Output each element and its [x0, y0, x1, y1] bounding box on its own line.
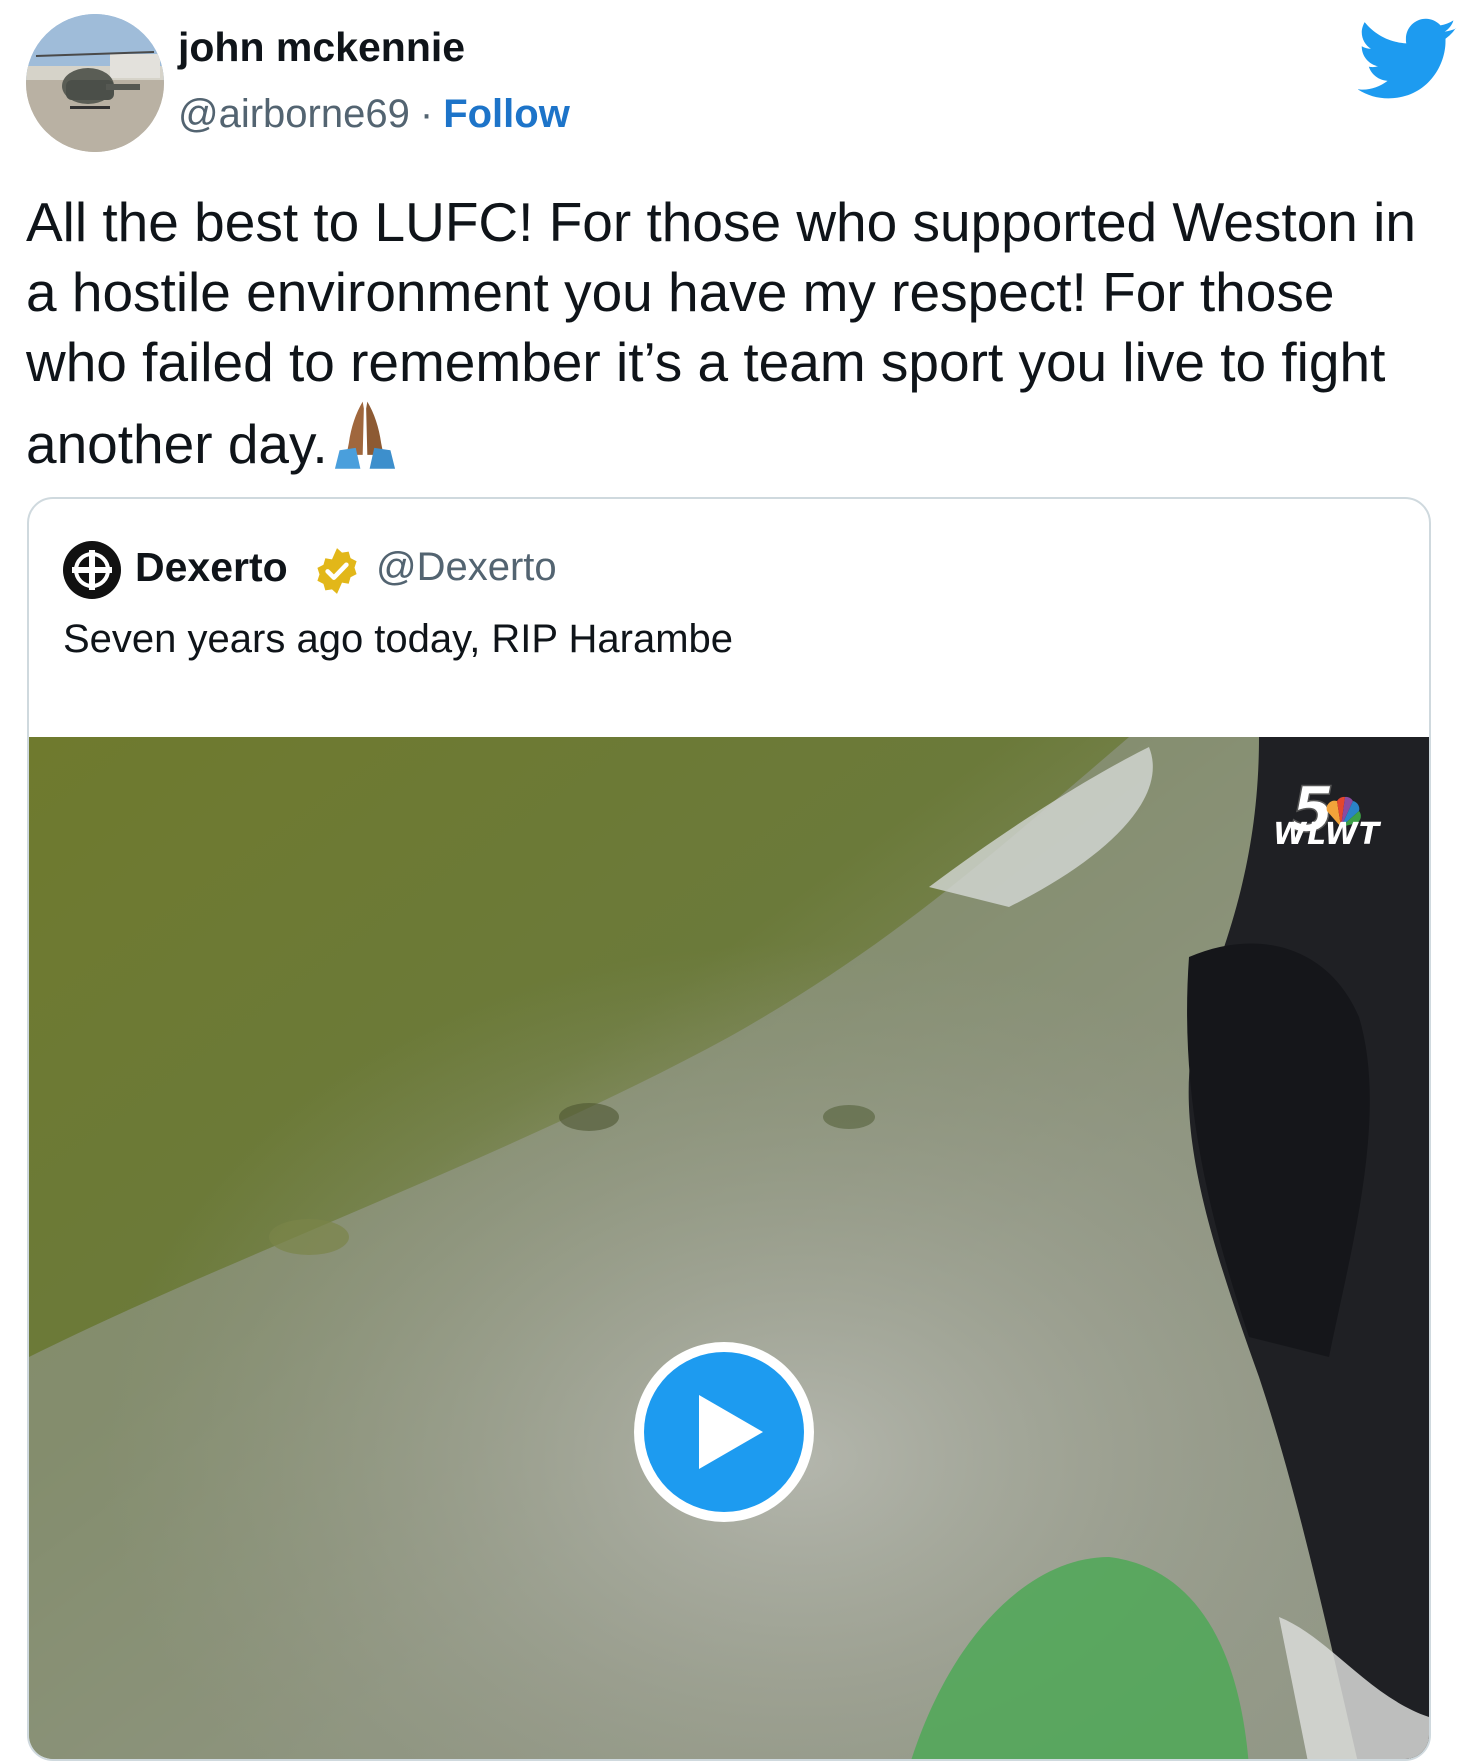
tweet-body: All the best to LUFC! For those who supp…	[26, 191, 1416, 475]
helicopter-photo	[26, 14, 164, 152]
tweet-text: All the best to LUFC! For those who supp…	[26, 187, 1446, 479]
folded-hands-emoji-icon	[334, 401, 395, 469]
play-icon[interactable]	[629, 1337, 819, 1527]
quoted-author-name[interactable]: Dexerto	[135, 544, 288, 591]
author-avatar[interactable]	[26, 14, 164, 152]
quoted-tweet-card[interactable]: Dexerto @Dexerto Seven years ago today, …	[27, 497, 1431, 1761]
video-player[interactable]: 5 WLWT	[29, 737, 1429, 1759]
video-thumbnail	[29, 737, 1429, 1759]
author-meta: @airborne69 · Follow	[178, 92, 570, 137]
quoted-tweet-text: Seven years ago today, RIP Harambe	[63, 617, 733, 661]
meta-separator: ·	[419, 92, 434, 136]
twitter-bird-icon[interactable]	[1358, 18, 1458, 102]
follow-link[interactable]: Follow	[443, 92, 570, 136]
wlwt-watermark: WLWT	[1273, 817, 1381, 852]
quoted-author-handle[interactable]: @Dexerto	[376, 545, 557, 590]
author-name[interactable]: john mckennie	[178, 24, 465, 71]
dexerto-logo-icon[interactable]	[63, 541, 121, 599]
author-handle[interactable]: @airborne69	[178, 92, 410, 136]
verified-badge-icon	[317, 548, 357, 594]
